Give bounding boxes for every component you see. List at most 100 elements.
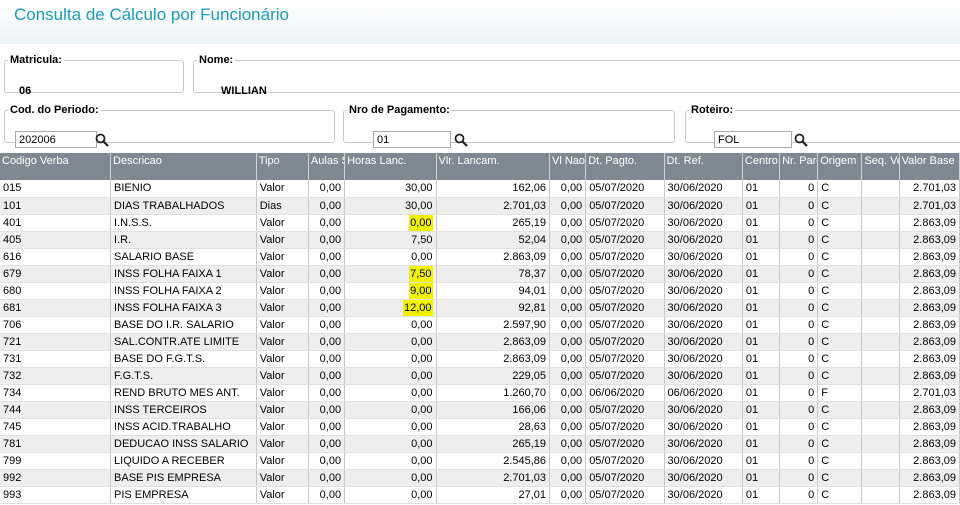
table-row[interactable]: 745 INSS ACID.TRABALHO Valor 0,00 0,00 28,63 0… — [0, 418, 960, 436]
col-header[interactable]: Descricao — [110, 153, 257, 180]
table-cell: 265,19 — [436, 214, 551, 232]
table-cell: 7,50 — [344, 265, 437, 283]
table-cell: 30/06/2020 — [664, 316, 743, 334]
table-cell: 0 — [779, 452, 819, 470]
table-cell: INSS ACID.TRABALHO — [110, 418, 257, 436]
table-row[interactable]: 731 BASE DO F.G.T.S. Valor 0,00 0,00 2.863,09… — [0, 350, 960, 368]
table-cell: 0,00 — [308, 333, 346, 351]
periodo-input[interactable] — [15, 131, 97, 148]
table-cell: 30/06/2020 — [664, 418, 743, 436]
table-cell: 05/07/2020 — [585, 248, 665, 266]
table-cell: Valor — [256, 486, 309, 504]
table-cell: 01 — [742, 333, 781, 351]
table-cell: 30/06/2020 — [664, 333, 743, 351]
table-cell: Valor — [256, 333, 309, 351]
table-cell: 01 — [742, 418, 781, 436]
table-cell: Valor — [256, 469, 309, 487]
search-icon[interactable] — [454, 133, 468, 147]
table-cell: 2.863,09 — [899, 401, 960, 419]
table-cell: 0,00 — [549, 231, 587, 249]
col-header[interactable]: Valor Base — [899, 153, 960, 180]
table-cell — [861, 248, 900, 266]
table-cell: 101 — [0, 197, 112, 215]
periodo-label: Cod. do Periodo: — [10, 104, 99, 116]
table-header: Codigo Verba Descricao Tipo Aulas S Hora… — [0, 153, 960, 180]
table-row[interactable]: 405 I.R. Valor 0,00 7,50 52,04 0,00 05/07/2020 3… — [0, 231, 960, 249]
table-row[interactable]: 616 SALARIO BASE Valor 0,00 0,00 2.863,09 0,00… — [0, 248, 960, 266]
roteiro-label: Roteiro: — [691, 104, 734, 116]
table-cell: 0,00 — [308, 248, 346, 266]
col-header[interactable]: Origem — [817, 153, 863, 180]
col-header[interactable]: Codigo Verba — [0, 153, 112, 180]
table-cell: DIAS TRABALHADOS — [110, 197, 257, 215]
table-cell: Valor — [256, 282, 309, 300]
table-cell: 2.863,09 — [899, 265, 960, 283]
pagamento-box: Nro de Pagamento: — [343, 104, 675, 148]
table-cell: 06/06/2020 — [585, 384, 665, 402]
pagamento-input[interactable] — [373, 131, 451, 148]
col-header[interactable]: Dt. Pagto. — [585, 153, 665, 180]
col-header[interactable]: Seq. Ve — [861, 153, 900, 180]
table-row[interactable]: 680 INSS FOLHA FAIXA 2 Valor 0,00 9,00 94,01 0… — [0, 282, 960, 300]
table-row[interactable]: 721 SAL.CONTR.ATE LIMITE Valor 0,00 0,00 2.86… — [0, 333, 960, 351]
table-cell: C — [817, 265, 863, 283]
roteiro-input[interactable] — [714, 131, 792, 148]
table-cell: 0,00 — [549, 333, 587, 351]
table-cell: 0,00 — [308, 214, 346, 232]
table-cell: 0,00 — [344, 401, 437, 419]
table-cell: 2.863,09 — [899, 316, 960, 334]
table-cell: 681 — [0, 299, 112, 317]
search-icon[interactable] — [794, 133, 808, 147]
table-row[interactable]: 679 INSS FOLHA FAIXA 1 Valor 0,00 7,50 78,37 0… — [0, 265, 960, 283]
table-cell: 2.863,09 — [436, 333, 551, 351]
col-header[interactable]: Vl Nao — [549, 153, 587, 180]
table-cell: 01 — [742, 401, 781, 419]
col-header[interactable]: Aulas S — [308, 153, 346, 180]
table-row[interactable]: 799 LIQUIDO A RECEBER Valor 0,00 0,00 2.545,8… — [0, 452, 960, 470]
col-header[interactable]: Horas Lanc. — [344, 153, 437, 180]
table-cell: 405 — [0, 231, 112, 249]
table-cell: 12,00 — [344, 299, 437, 317]
col-header[interactable]: Vlr. Lancam. — [436, 153, 551, 180]
table-cell: C — [817, 299, 863, 317]
table-cell: 0,00 — [549, 350, 587, 368]
search-icon[interactable] — [95, 133, 109, 147]
table-cell: REND BRUTO MES ANT. — [110, 384, 257, 402]
table-row[interactable]: 734 REND BRUTO MES ANT. Valor 0,00 0,00 1.260… — [0, 384, 960, 402]
col-header[interactable]: Nr. Parc — [779, 153, 819, 180]
table-cell: Valor — [256, 401, 309, 419]
table-cell: 0,00 — [549, 384, 587, 402]
table-row[interactable]: 015 BIENIO Valor 0,00 30,00 162,06 0,00 05/07/2… — [0, 180, 960, 198]
table-row[interactable]: 993 PIS EMPRESA Valor 0,00 0,00 27,01 0,00 05/0… — [0, 486, 960, 504]
table-row[interactable]: 744 INSS TERCEIROS Valor 0,00 0,00 166,06 0,00… — [0, 401, 960, 419]
table-cell: Valor — [256, 265, 309, 283]
table-row[interactable]: 732 F.G.T.S. Valor 0,00 0,00 229,05 0,00 05/07/… — [0, 367, 960, 385]
table-cell: 0,00 — [308, 435, 346, 453]
table-row[interactable]: 992 BASE PIS EMPRESA Valor 0,00 0,00 2.701,03… — [0, 469, 960, 487]
table-cell: 0 — [779, 231, 819, 249]
table-cell: 706 — [0, 316, 112, 334]
table-row[interactable]: 401 I.N.S.S. Valor 0,00 0,00 265,19 0,00 05/07/… — [0, 214, 960, 232]
table-cell: 0,00 — [308, 486, 346, 504]
table-cell — [861, 265, 900, 283]
col-header[interactable]: Centro — [742, 153, 781, 180]
table-cell: 0 — [779, 486, 819, 504]
table-cell: 0,00 — [308, 418, 346, 436]
table-cell: 734 — [0, 384, 112, 402]
col-header[interactable]: Dt. Ref. — [664, 153, 743, 180]
table-cell: 992 — [0, 469, 112, 487]
table-cell: 30/06/2020 — [664, 486, 743, 504]
table-cell: Valor — [256, 452, 309, 470]
table-cell: 78,37 — [436, 265, 551, 283]
table-row[interactable]: 101 DIAS TRABALHADOS Dias 0,00 30,00 2.701,03… — [0, 197, 960, 215]
table-cell: 0 — [779, 316, 819, 334]
table-cell: 0,00 — [308, 265, 346, 283]
table-cell: 2.863,09 — [899, 282, 960, 300]
col-header[interactable]: Tipo — [256, 153, 309, 180]
table-cell: 30/06/2020 — [664, 469, 743, 487]
table-row[interactable]: 706 BASE DO I.R. SALARIO Valor 0,00 0,00 2.59… — [0, 316, 960, 334]
table-row[interactable]: 781 DEDUCAO INSS SALARIO Valor 0,00 0,00 265,… — [0, 435, 960, 453]
table-row[interactable]: 681 INSS FOLHA FAIXA 3 Valor 0,00 12,00 92,81… — [0, 299, 960, 317]
table-cell: C — [817, 333, 863, 351]
table-cell: 05/07/2020 — [585, 401, 665, 419]
